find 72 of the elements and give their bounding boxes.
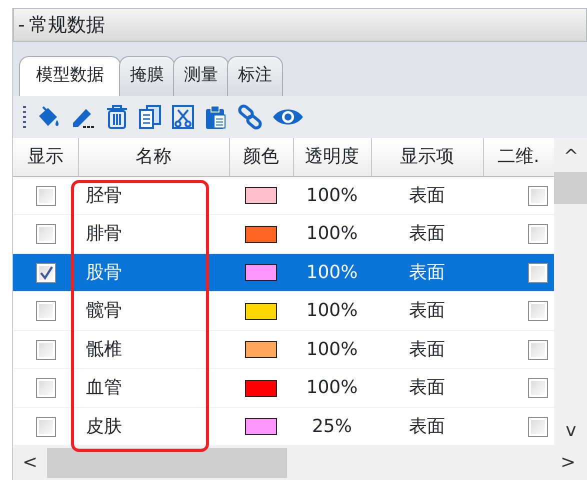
color-swatch[interactable] bbox=[245, 380, 277, 397]
panel-title: 常规数据 bbox=[28, 12, 105, 38]
table-row[interactable]: 胫骨 100% 表面 bbox=[13, 176, 554, 214]
checkbox[interactable] bbox=[528, 416, 548, 437]
table-row[interactable]: 骶椎 100% 表面 bbox=[13, 330, 554, 368]
horizontal-scrollbar[interactable]: < > bbox=[13, 446, 587, 480]
scroll-down-arrow[interactable]: v bbox=[566, 422, 576, 440]
link-icon[interactable] bbox=[237, 104, 263, 130]
checkbox[interactable] bbox=[36, 186, 56, 206]
table-cell: 表面 bbox=[371, 214, 483, 253]
grip-icon bbox=[23, 106, 26, 128]
clipboard-icon[interactable] bbox=[204, 104, 228, 130]
scissors-icon[interactable] bbox=[171, 104, 195, 130]
column-header[interactable]: 二维. bbox=[483, 138, 554, 176]
tab[interactable]: 掩膜 bbox=[119, 56, 175, 96]
checkbox[interactable] bbox=[36, 340, 56, 360]
table-cell: 髋骨 bbox=[78, 292, 229, 330]
vertical-scrollbar[interactable]: ^ v bbox=[554, 138, 587, 446]
checkbox[interactable] bbox=[36, 416, 56, 437]
scrollbar-thumb[interactable] bbox=[554, 172, 587, 204]
checkbox[interactable] bbox=[528, 262, 548, 283]
table-cell: 股骨 bbox=[78, 253, 229, 292]
scrollbar-thumb[interactable] bbox=[47, 448, 287, 478]
checkbox[interactable] bbox=[36, 262, 56, 283]
scroll-right-arrow[interactable]: > bbox=[548, 454, 587, 472]
column-header[interactable]: 透明度 bbox=[293, 138, 371, 176]
table-cell: 100% bbox=[293, 176, 371, 214]
table-cell: 腓骨 bbox=[78, 214, 229, 253]
column-header[interactable]: 颜色 bbox=[229, 138, 293, 176]
checkbox[interactable] bbox=[528, 186, 548, 206]
checkbox[interactable] bbox=[36, 301, 56, 322]
table-row[interactable]: 腓骨 100% 表面 bbox=[13, 214, 554, 253]
table-row[interactable]: 髋骨 100% 表面 bbox=[13, 292, 554, 330]
table-cell: 表面 bbox=[371, 368, 483, 407]
checkbox[interactable] bbox=[528, 301, 548, 322]
column-header[interactable]: 显示项 bbox=[371, 138, 483, 176]
table-cell: 血管 bbox=[78, 368, 229, 407]
table-cell: 胫骨 bbox=[78, 176, 229, 214]
collapse-icon[interactable]: - bbox=[18, 10, 25, 40]
tab[interactable]: 测量 bbox=[173, 56, 229, 96]
color-swatch[interactable] bbox=[245, 418, 277, 436]
color-swatch[interactable] bbox=[245, 187, 277, 204]
tab[interactable]: 模型数据 bbox=[19, 56, 121, 96]
column-header[interactable]: 显示 bbox=[13, 138, 78, 176]
copy-icon[interactable] bbox=[138, 104, 162, 130]
scroll-up-arrow[interactable]: ^ bbox=[563, 148, 579, 166]
color-swatch[interactable] bbox=[245, 226, 277, 243]
table-cell: 100% bbox=[293, 330, 371, 368]
color-swatch[interactable] bbox=[245, 264, 277, 282]
table-row[interactable]: 血管 100% 表面 bbox=[13, 368, 554, 407]
checkbox[interactable] bbox=[528, 224, 548, 244]
table-cell: 表面 bbox=[371, 330, 483, 368]
table-cell: 骶椎 bbox=[78, 330, 229, 368]
color-swatch[interactable] bbox=[245, 302, 277, 320]
tab[interactable]: 标注 bbox=[227, 56, 283, 96]
column-header[interactable]: 名称 bbox=[78, 138, 229, 176]
table-cell: 表面 bbox=[371, 176, 483, 214]
table-cell: 100% bbox=[293, 292, 371, 330]
table-cell: 100% bbox=[293, 368, 371, 407]
color-swatch[interactable] bbox=[245, 341, 277, 358]
checkbox[interactable] bbox=[528, 340, 548, 360]
table-cell: 100% bbox=[293, 214, 371, 253]
checkbox[interactable] bbox=[36, 224, 56, 244]
table-row[interactable]: 股骨 100% 表面 bbox=[13, 253, 554, 292]
table-cell: 表面 bbox=[371, 292, 483, 330]
trash-icon[interactable] bbox=[105, 104, 129, 130]
checkbox[interactable] bbox=[36, 378, 56, 398]
checkbox[interactable] bbox=[528, 378, 548, 398]
scroll-left-arrow[interactable]: < bbox=[13, 454, 47, 472]
table-cell: 100% bbox=[293, 253, 371, 292]
panel-header[interactable]: - 常规数据 bbox=[13, 8, 587, 42]
table-cell: 表面 bbox=[371, 253, 483, 292]
